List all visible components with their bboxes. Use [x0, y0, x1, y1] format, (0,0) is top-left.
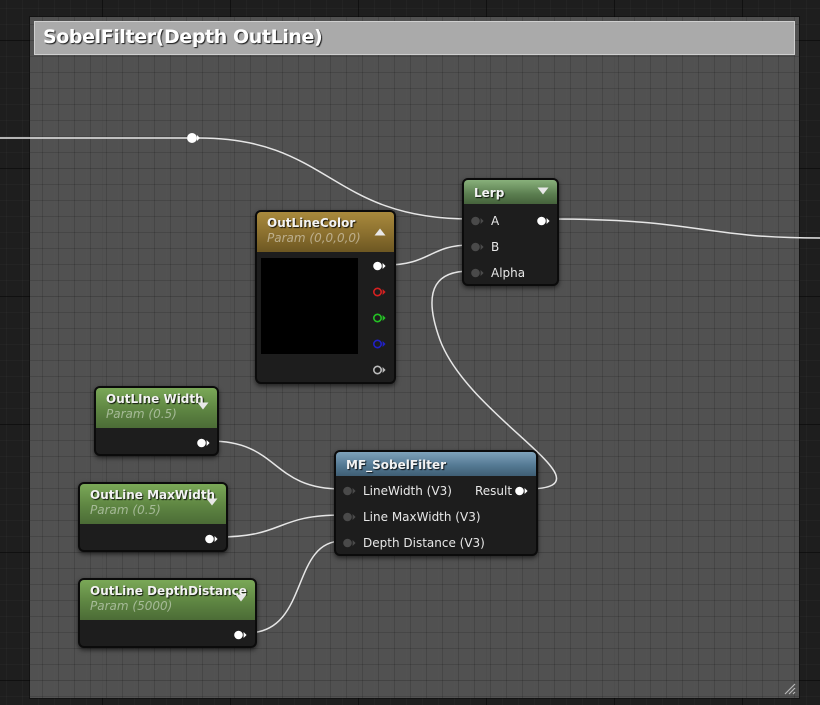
blue-output-pin[interactable] [372, 338, 386, 350]
node-title: Lerp [474, 186, 505, 200]
node-outline-color[interactable]: OutLineColor Param (0,0,0,0) [255, 210, 396, 384]
result-pin-label: Result [475, 484, 513, 498]
node-header[interactable]: Lerp [464, 180, 557, 204]
node-header[interactable]: OutLine MaxWidth Param (0.5) [80, 484, 226, 524]
node-lerp[interactable]: Lerp A B Alpha [462, 178, 559, 286]
depth-distance-input-pin[interactable] [342, 537, 356, 549]
node-header[interactable]: OutLIne Width Param (0.5) [96, 388, 217, 428]
line-maxwidth-pin-label: Line MaxWidth (V3) [363, 510, 481, 524]
node-title: OutLIne Width [106, 392, 204, 406]
collapse-down-icon[interactable] [206, 498, 218, 506]
node-title: OutLine DepthDistance [90, 584, 247, 598]
color-preview-swatch [261, 258, 358, 354]
lerp-output-pin[interactable] [536, 215, 550, 227]
lerp-pin-alpha-label: Alpha [491, 266, 526, 280]
linewidth-pin-label: LineWidth (V3) [363, 484, 452, 498]
node-header[interactable]: MF_SobelFilter [336, 452, 536, 476]
node-header[interactable]: OutLineColor Param (0,0,0,0) [257, 212, 394, 252]
linewidth-input-pin[interactable] [342, 485, 356, 497]
node-outline-maxwidth[interactable]: OutLine MaxWidth Param (0.5) [78, 482, 228, 552]
line-maxwidth-input-pin[interactable] [342, 511, 356, 523]
green-output-pin[interactable] [372, 312, 386, 324]
result-output-pin[interactable] [514, 485, 528, 497]
value-output-pin[interactable] [204, 533, 218, 545]
lerp-pin-b-label: B [491, 240, 500, 254]
node-outline-depthdistance[interactable]: OutLine DepthDistance Param (5000) [78, 578, 257, 648]
node-subtitle: Param (0.5) [90, 503, 161, 517]
node-title: OutLine MaxWidth [90, 488, 216, 502]
node-header[interactable]: OutLine DepthDistance Param (5000) [80, 580, 255, 620]
red-output-pin[interactable] [372, 286, 386, 298]
lerp-input-alpha-pin[interactable] [470, 267, 484, 279]
node-subtitle: Param (5000) [90, 599, 173, 613]
collapse-down-icon[interactable] [235, 594, 247, 602]
node-title: MF_SobelFilter [346, 458, 447, 472]
node-outline-width[interactable]: OutLIne Width Param (0.5) [94, 386, 219, 456]
lerp-input-b-pin[interactable] [470, 241, 484, 253]
value-output-pin[interactable] [196, 437, 210, 449]
depth-distance-pin-label: Depth Distance (V3) [363, 536, 485, 550]
node-subtitle: Param (0.5) [106, 407, 177, 421]
node-subtitle: Param (0,0,0,0) [267, 231, 361, 245]
node-title: OutLineColor [267, 216, 356, 230]
alpha-output-pin[interactable] [372, 364, 386, 376]
collapse-up-icon[interactable] [374, 228, 386, 236]
value-output-pin[interactable] [233, 629, 247, 641]
collapse-down-icon[interactable] [537, 187, 549, 195]
node-mf-sobelfilter[interactable]: MF_SobelFilter LineWidth (V3) Line MaxWi… [334, 450, 538, 556]
comment-header[interactable]: SobelFilter(Depth OutLine) [34, 21, 795, 55]
rgb-output-pin[interactable] [372, 260, 386, 272]
comment-title: SobelFilter(Depth OutLine) [43, 26, 323, 48]
lerp-input-a-pin[interactable] [470, 215, 484, 227]
resize-grip-icon[interactable] [783, 682, 796, 695]
lerp-pin-a-label: A [491, 214, 500, 228]
collapse-down-icon[interactable] [197, 402, 209, 410]
